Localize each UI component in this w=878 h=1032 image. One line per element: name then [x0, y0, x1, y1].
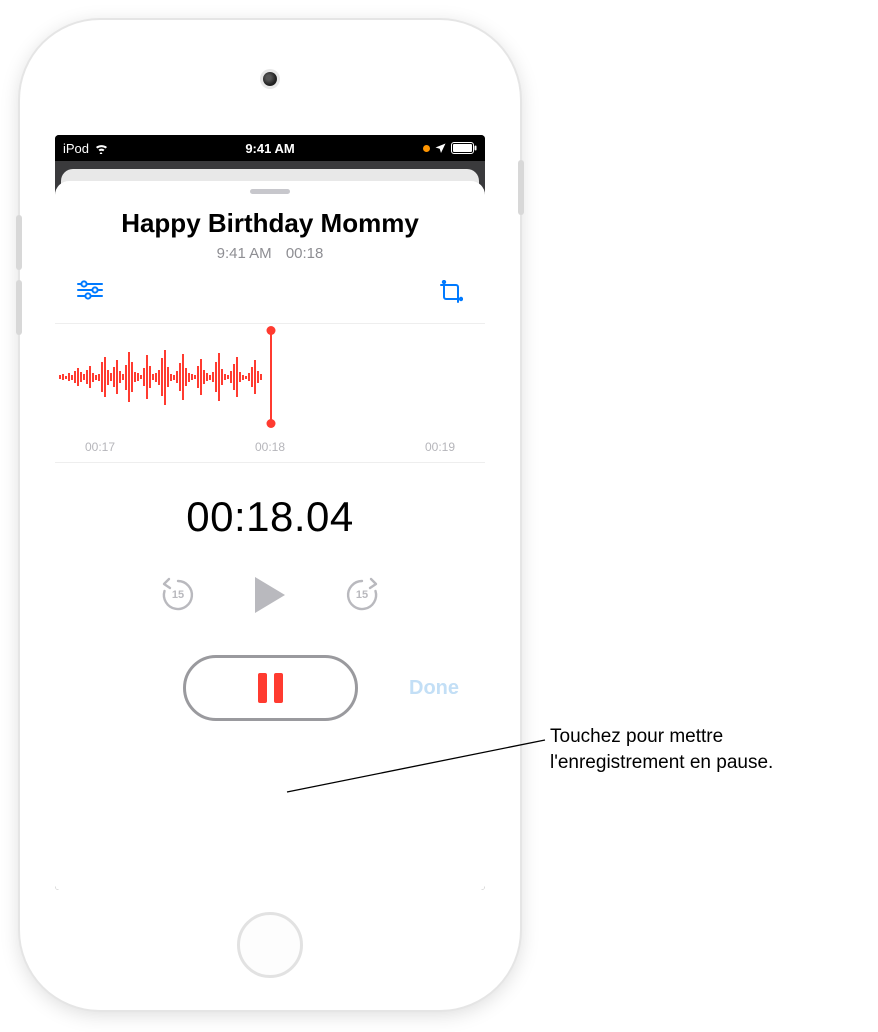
device-frame: iPod 9:41 AM Happy Birthday Mommy — [20, 20, 520, 1010]
front-camera — [263, 72, 277, 86]
done-button[interactable]: Done — [409, 677, 459, 700]
sheet-grabber[interactable] — [250, 189, 290, 194]
pause-button[interactable] — [183, 655, 358, 721]
skip-back-value: 15 — [172, 589, 184, 601]
bottom-row: Done — [55, 655, 485, 721]
tick-center: 00:18 — [255, 440, 285, 454]
time-ticks: 00:17 00:18 00:19 — [55, 440, 485, 454]
status-bar: iPod 9:41 AM — [55, 135, 485, 161]
pause-icon — [258, 673, 283, 703]
callout-text: Touchez pour mettre l'enregistrement en … — [550, 724, 860, 775]
recording-title[interactable]: Happy Birthday Mommy — [55, 208, 485, 239]
home-button[interactable] — [237, 912, 303, 978]
trim-icon[interactable] — [439, 280, 463, 309]
volume-down-button[interactable] — [16, 280, 22, 335]
skip-fwd-value: 15 — [356, 589, 368, 601]
elapsed-time: 00:18.04 — [55, 493, 485, 541]
tick-left: 00:17 — [85, 440, 115, 454]
skip-forward-button[interactable]: 15 — [343, 576, 381, 614]
play-button[interactable] — [252, 575, 288, 615]
status-time: 9:41 AM — [55, 141, 485, 156]
skip-back-button[interactable]: 15 — [159, 576, 197, 614]
recording-duration: 00:18 — [286, 245, 324, 262]
power-button[interactable] — [518, 160, 524, 215]
screen: iPod 9:41 AM Happy Birthday Mommy — [55, 135, 485, 890]
wave-track — [55, 342, 270, 412]
tool-row — [55, 262, 485, 319]
recording-timestamp: 9:41 AM — [217, 245, 272, 262]
volume-up-button[interactable] — [16, 215, 22, 270]
tick-right: 00:19 — [425, 440, 455, 454]
recording-sheet: Happy Birthday Mommy 9:41 AM 00:18 — [55, 181, 485, 890]
recording-meta: 9:41 AM 00:18 — [55, 245, 485, 262]
settings-icon[interactable] — [77, 280, 103, 309]
playhead[interactable] — [270, 330, 272, 424]
transport-controls: 15 15 — [55, 575, 485, 615]
waveform[interactable]: 00:17 00:18 00:19 — [55, 323, 485, 463]
